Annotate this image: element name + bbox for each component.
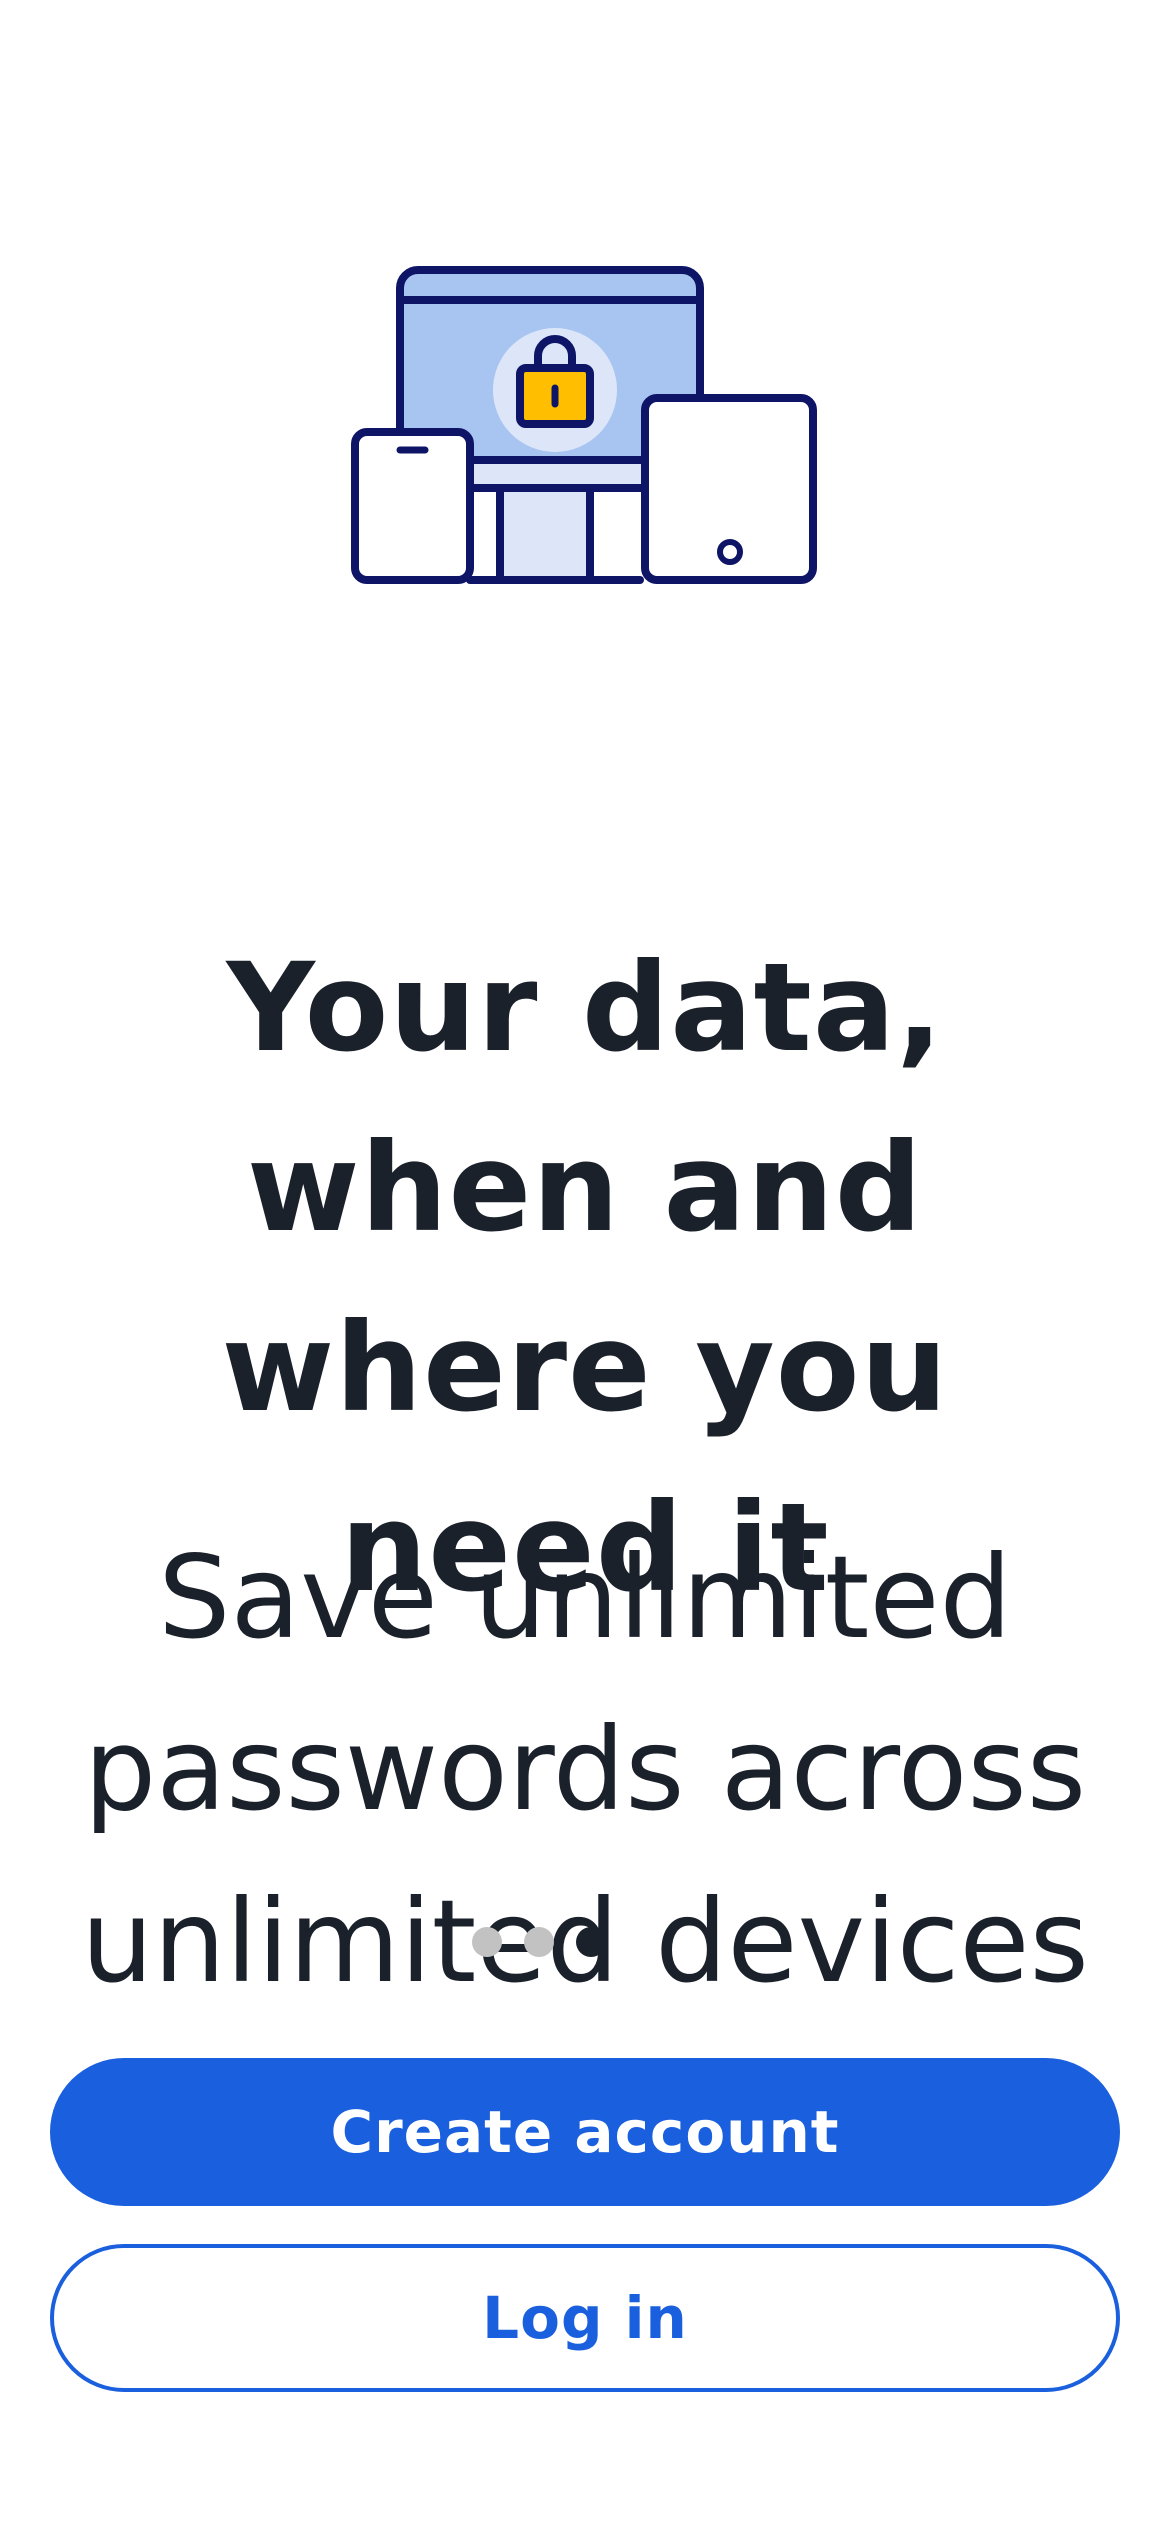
page-dot-3-active[interactable] bbox=[576, 1927, 606, 1957]
devices-lock-illustration bbox=[340, 250, 830, 630]
page-dot-2[interactable] bbox=[524, 1927, 554, 1957]
tablet-icon bbox=[641, 394, 817, 584]
login-button[interactable]: Log in bbox=[50, 2244, 1120, 2392]
phone-icon bbox=[351, 428, 474, 584]
page-dot-1[interactable] bbox=[472, 1927, 502, 1957]
page-indicator bbox=[472, 1924, 606, 1960]
create-account-button[interactable]: Create account bbox=[50, 2058, 1120, 2206]
